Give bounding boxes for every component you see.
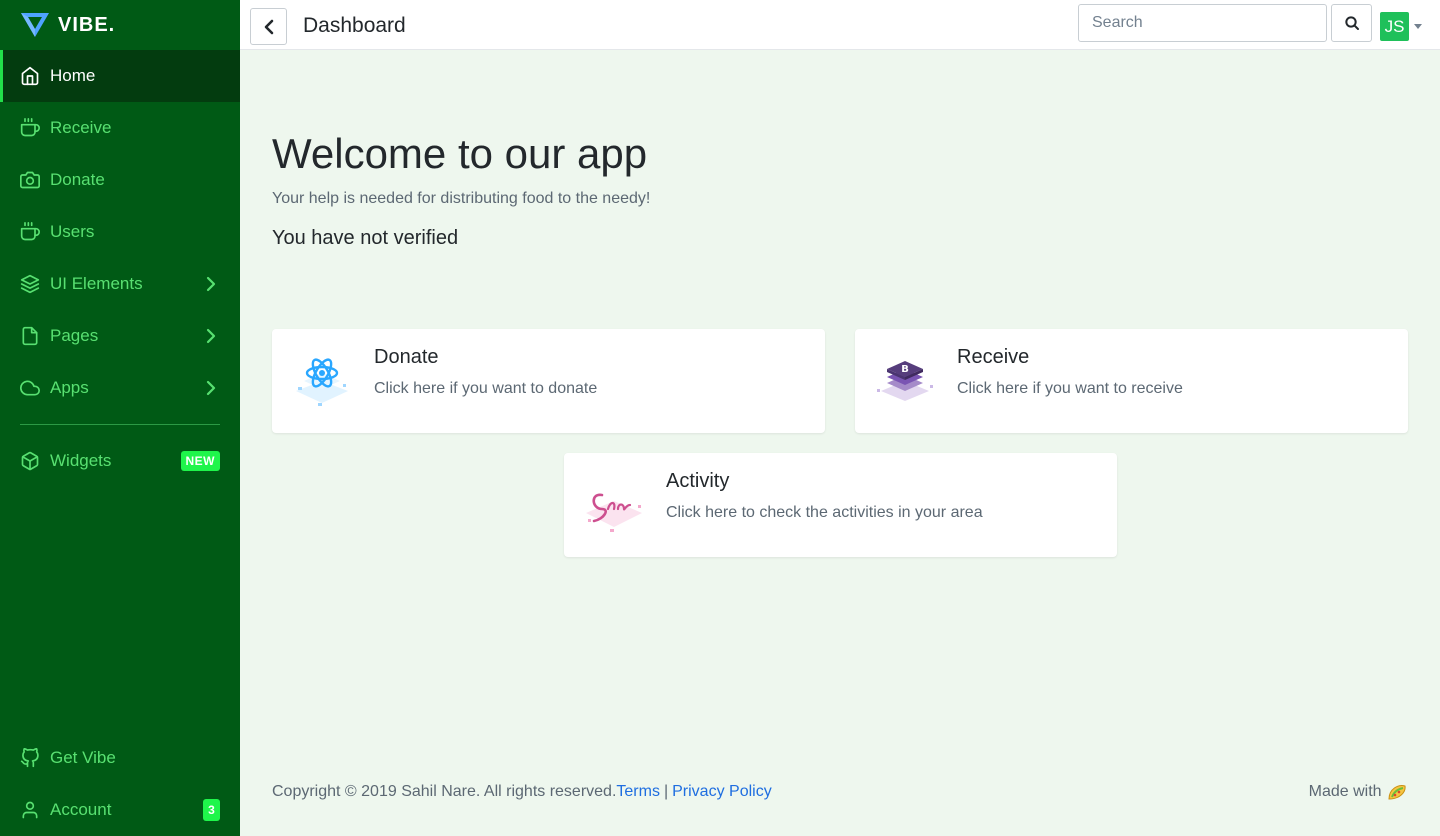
sidebar-item-label: Users (50, 222, 95, 241)
verification-status: You have not verified (272, 227, 459, 249)
sidebar-item-label: UI Elements (50, 274, 143, 293)
sidebar-item-label: Donate (50, 170, 105, 189)
sidebar-toggle-button[interactable] (250, 8, 287, 45)
made-with: Made with (1309, 783, 1408, 801)
github-icon (20, 748, 40, 768)
sidebar-item-pages[interactable]: Pages (0, 310, 240, 362)
bootstrap-logo-icon: B (877, 361, 933, 401)
chevron-left-icon (264, 19, 273, 34)
sidebar-item-users[interactable]: Users (0, 206, 240, 258)
page-title: Dashboard (303, 14, 406, 37)
sidebar-item-get-vibe[interactable]: Get Vibe (0, 732, 240, 784)
sidebar-item-ui-elements[interactable]: UI Elements (0, 258, 240, 310)
card-description: Click here to check the activities in yo… (666, 504, 983, 521)
home-icon (20, 66, 40, 86)
made-with-text: Made with (1308, 783, 1382, 801)
lead-text: Your help is needed for distributing foo… (272, 190, 651, 207)
sidebar-item-label: Receive (50, 118, 112, 137)
react-logo-icon (296, 358, 348, 406)
sidebar-item-donate[interactable]: Donate (0, 154, 240, 206)
box-icon (20, 451, 40, 471)
privacy-policy-link[interactable]: Privacy Policy (672, 783, 772, 800)
search-button[interactable] (1331, 4, 1372, 42)
search-input[interactable] (1078, 4, 1327, 42)
card-title: Activity (666, 470, 730, 492)
top-bar: Dashboard JS (240, 0, 1440, 50)
copyright-text: Copyright © 2019 Sahil Nare. All rights … (272, 783, 617, 800)
footer: Copyright © 2019 Sahil Nare. All rights … (272, 783, 1408, 801)
vibe-logo-icon (21, 13, 49, 37)
card-title: Receive (957, 346, 1030, 368)
card-description: Click here if you want to receive (957, 380, 1183, 397)
avatar[interactable]: JS (1380, 12, 1409, 41)
sidebar-item-label: Apps (50, 378, 89, 397)
sass-logo-icon (586, 493, 642, 532)
sidebar-item-widgets[interactable]: Widgets NEW (0, 435, 240, 487)
main-content: Welcome to our app Your help is needed f… (240, 50, 1440, 836)
brand-name: VIBE. (58, 13, 116, 36)
caret-down-icon[interactable] (1414, 24, 1422, 29)
sidebar-item-label: Get Vibe (50, 748, 116, 767)
coffee-icon (20, 222, 40, 242)
taco-icon (1388, 785, 1406, 800)
activity-card[interactable]: Activity Click here to check the activit… (564, 453, 1117, 557)
sidebar-item-label: Widgets (50, 451, 112, 470)
cloud-icon (20, 378, 40, 398)
chevron-right-icon (206, 276, 216, 292)
sidebar-nav-secondary: Widgets NEW (0, 435, 240, 487)
chevron-right-icon (206, 328, 216, 344)
donate-card[interactable]: Donate Click here if you want to donate (272, 329, 825, 433)
footer-separator: | (663, 783, 669, 800)
file-icon (20, 326, 40, 346)
user-icon (20, 800, 40, 820)
sidebar-item-home[interactable]: Home (0, 50, 240, 102)
receive-card[interactable]: B Receive Click here if you want to rece… (855, 329, 1408, 433)
terms-link[interactable]: Terms (616, 783, 660, 800)
sidebar-footer-nav: Get Vibe Account 3 (0, 732, 240, 836)
sidebar-item-account[interactable]: Account 3 (0, 784, 240, 836)
camera-icon (20, 170, 40, 190)
sidebar-item-label: Home (50, 66, 96, 85)
notification-count-badge: 3 (203, 799, 220, 821)
search-icon (1344, 16, 1359, 30)
sidebar-item-label: Account (50, 800, 112, 819)
sidebar-item-receive[interactable]: Receive (0, 102, 240, 154)
new-badge: NEW (180, 451, 220, 471)
sidebar-item-apps[interactable]: Apps (0, 362, 240, 414)
card-description: Click here if you want to donate (374, 380, 598, 397)
card-title: Donate (374, 346, 439, 368)
sidebar-divider (20, 424, 220, 425)
sidebar-item-label: Pages (50, 326, 99, 345)
sidebar-nav: Home Receive Donate Users UI Elements Pa… (0, 50, 240, 414)
svg-text:B: B (901, 364, 909, 375)
welcome-heading: Welcome to our app (272, 130, 648, 177)
chevron-right-icon (206, 380, 216, 396)
brand[interactable]: VIBE. (0, 0, 240, 50)
layers-icon (20, 274, 40, 294)
sidebar: VIBE. Home Receive Donate Users UI Eleme… (0, 0, 240, 836)
coffee-icon (20, 118, 40, 138)
